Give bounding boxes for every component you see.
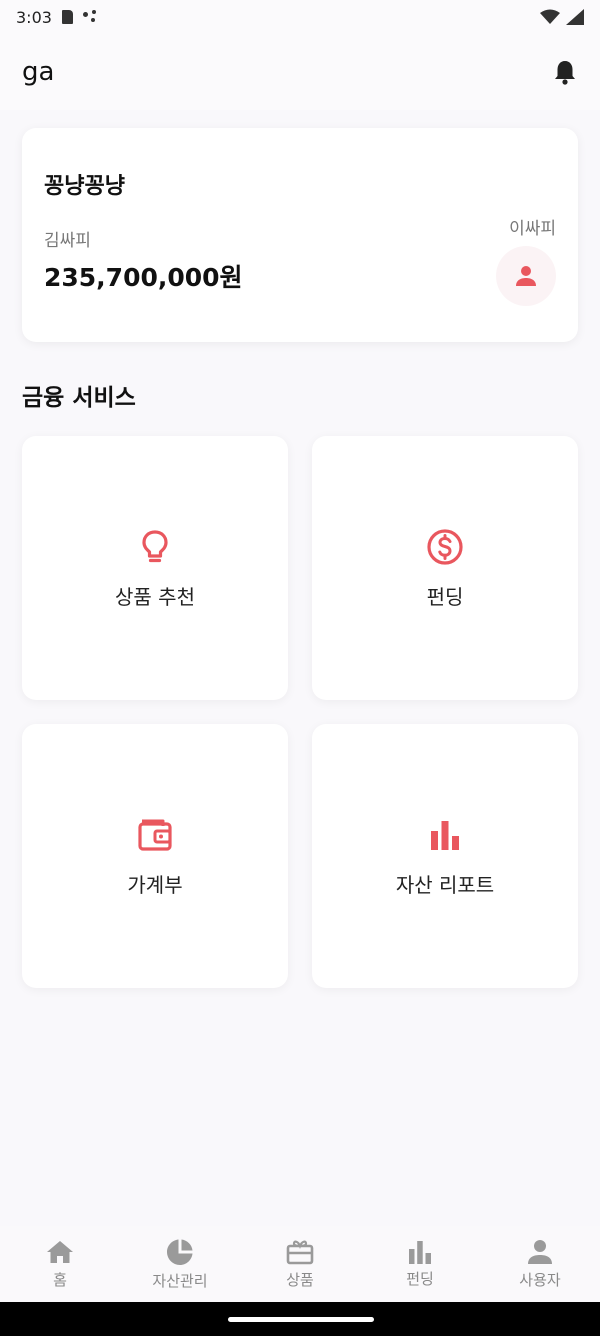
home-icon xyxy=(47,1240,73,1263)
nav-label: 상품 xyxy=(286,1270,314,1289)
app-title: ga xyxy=(22,57,55,87)
pie-chart-icon xyxy=(167,1239,193,1265)
bottom-navigation: 홈 자산관리 상품 펀딩 사용자 xyxy=(0,1226,600,1302)
system-navigation-bar xyxy=(0,1302,600,1336)
nav-item-asset-management[interactable]: 자산관리 xyxy=(125,1238,235,1291)
lightbulb-icon xyxy=(135,527,175,567)
couple-account-card[interactable]: 꽁냥꽁냥 김싸피 235,700,000원 이싸피 xyxy=(22,128,578,342)
status-bar: 3:03 xyxy=(0,0,600,34)
notification-bell-icon[interactable] xyxy=(552,58,578,86)
user-icon xyxy=(528,1239,552,1264)
service-label: 자산 리포트 xyxy=(395,872,495,897)
bar-chart-icon xyxy=(425,815,465,855)
home-indicator[interactable] xyxy=(228,1317,374,1322)
nav-item-funding[interactable]: 펀딩 xyxy=(365,1240,475,1289)
nav-label: 자산관리 xyxy=(152,1271,208,1290)
sd-card-icon xyxy=(61,10,73,24)
gift-icon xyxy=(286,1240,314,1264)
person-icon xyxy=(516,266,536,286)
service-label: 상품 추천 xyxy=(115,584,195,609)
services-section-title: 금융 서비스 xyxy=(22,385,136,411)
service-tile-recommend[interactable]: 상품 추천 xyxy=(22,436,288,700)
partner-name: 이싸피 xyxy=(509,219,556,239)
dollar-circle-icon xyxy=(425,527,465,567)
app-header: ga xyxy=(0,34,600,110)
service-tile-ledger[interactable]: 가계부 xyxy=(22,724,288,988)
nav-item-home[interactable]: 홈 xyxy=(5,1239,115,1290)
owner-name: 김싸피 xyxy=(44,231,91,251)
nav-label: 펀딩 xyxy=(406,1269,434,1288)
nav-label: 사용자 xyxy=(519,1270,561,1289)
wifi-icon xyxy=(540,9,560,24)
bar-chart-icon xyxy=(409,1240,431,1264)
wallet-icon xyxy=(135,815,175,855)
signal-icon xyxy=(566,9,584,25)
account-amount: 235,700,000원 xyxy=(44,263,243,292)
assistant-dots-icon xyxy=(82,10,101,24)
nav-item-user[interactable]: 사용자 xyxy=(485,1239,595,1290)
service-label: 가계부 xyxy=(127,872,183,897)
service-tile-funding[interactable]: 펀딩 xyxy=(312,436,578,700)
account-title: 꽁냥꽁냥 xyxy=(44,174,125,199)
service-tile-asset-report[interactable]: 자산 리포트 xyxy=(312,724,578,988)
partner-avatar[interactable] xyxy=(496,246,556,306)
service-label: 펀딩 xyxy=(426,584,464,609)
nav-item-products[interactable]: 상품 xyxy=(245,1239,355,1290)
status-time: 3:03 xyxy=(16,7,52,27)
nav-label: 홈 xyxy=(53,1270,67,1289)
